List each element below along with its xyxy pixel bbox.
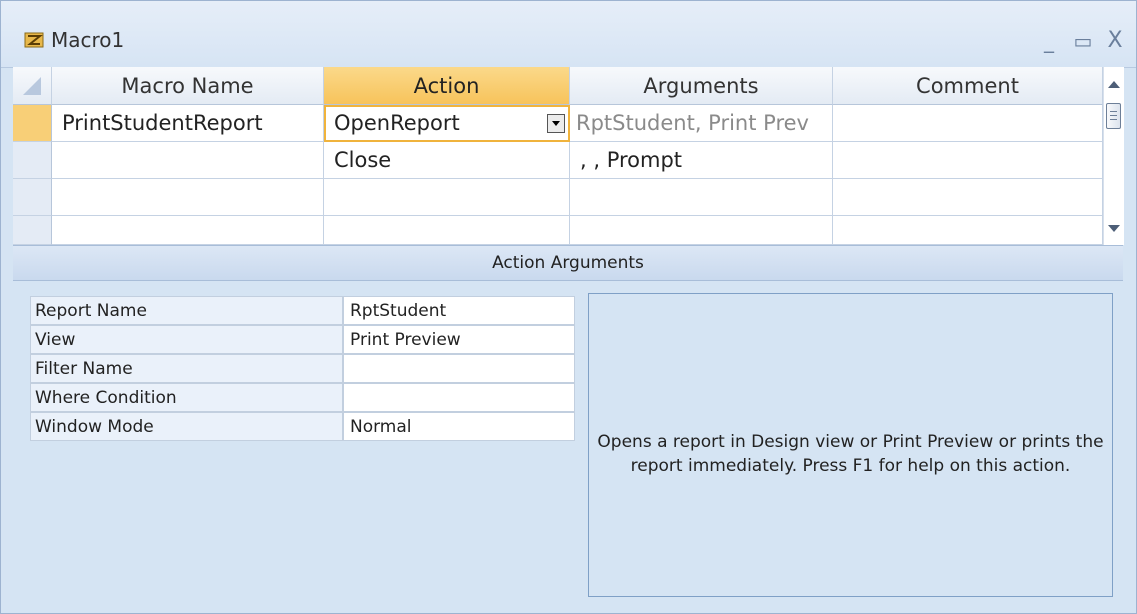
arg-value-report-name[interactable]: RptStudent — [343, 296, 575, 325]
arg-label-filter-name: Filter Name — [30, 354, 343, 383]
macro-icon — [24, 32, 44, 48]
cell-macro-name-4[interactable] — [52, 216, 324, 245]
cell-action-1[interactable]: OpenReport — [324, 105, 570, 142]
row-selector-3[interactable] — [13, 179, 52, 216]
row-selector-1[interactable] — [13, 105, 52, 142]
arg-label-window-mode: Window Mode — [30, 412, 343, 441]
column-header-arguments[interactable]: Arguments — [570, 67, 833, 105]
cell-action-4[interactable] — [324, 216, 570, 245]
scroll-thumb[interactable] — [1106, 103, 1121, 129]
title-bar: Macro1 _ ▭ X — [1, 1, 1136, 68]
arg-label-view: View — [30, 325, 343, 354]
action-arguments-header: Action Arguments — [13, 245, 1123, 281]
cell-arguments-4 — [570, 216, 833, 245]
maximize-button[interactable]: ▭ — [1068, 27, 1098, 55]
cell-action-3[interactable] — [324, 179, 570, 216]
action-value-1: OpenReport — [334, 111, 460, 135]
column-header-macro-name[interactable]: Macro Name — [52, 67, 324, 105]
cell-comment-4[interactable] — [833, 216, 1103, 245]
close-button[interactable]: X — [1100, 27, 1130, 55]
cell-arguments-1: RptStudent, Print Prev — [570, 105, 833, 142]
minimize-button[interactable]: _ — [1034, 27, 1064, 55]
cell-comment-1[interactable] — [833, 105, 1103, 142]
arg-value-where-condition[interactable] — [343, 383, 575, 412]
column-header-comment[interactable]: Comment — [833, 67, 1103, 105]
cell-comment-3[interactable] — [833, 179, 1103, 216]
macro-window: Macro1 _ ▭ X Macro Name Action Arguments… — [0, 0, 1137, 614]
scroll-up-icon[interactable] — [1108, 81, 1120, 88]
arg-label-report-name: Report Name — [30, 296, 343, 325]
cell-macro-name-3[interactable] — [52, 179, 324, 216]
arg-value-view[interactable]: Print Preview — [343, 325, 575, 354]
cell-macro-name-1[interactable]: PrintStudentReport — [52, 105, 324, 142]
column-header-action[interactable]: Action — [324, 67, 570, 105]
cell-arguments-2: , , Prompt — [570, 142, 833, 179]
help-panel: Opens a report in Design view or Print P… — [588, 293, 1113, 597]
scroll-down-icon[interactable] — [1108, 225, 1120, 232]
window-title: Macro1 — [51, 28, 125, 52]
cell-comment-2[interactable] — [833, 142, 1103, 179]
vertical-scrollbar[interactable] — [1103, 67, 1124, 245]
cell-macro-name-2[interactable] — [52, 142, 324, 179]
dropdown-arrow-icon[interactable] — [547, 114, 565, 133]
select-all-icon — [23, 77, 41, 95]
row-selector-2[interactable] — [13, 142, 52, 179]
select-all-corner[interactable] — [13, 67, 52, 105]
macro-grid: Macro Name Action Arguments Comment Prin… — [13, 67, 1124, 245]
cell-arguments-3 — [570, 179, 833, 216]
row-selector-4[interactable] — [13, 216, 52, 245]
help-text: Opens a report in Design view or Print P… — [597, 432, 1104, 476]
arg-value-filter-name[interactable] — [343, 354, 575, 383]
arg-label-where-condition: Where Condition — [30, 383, 343, 412]
arg-value-window-mode[interactable]: Normal — [343, 412, 575, 441]
cell-action-2[interactable]: Close — [324, 142, 570, 179]
